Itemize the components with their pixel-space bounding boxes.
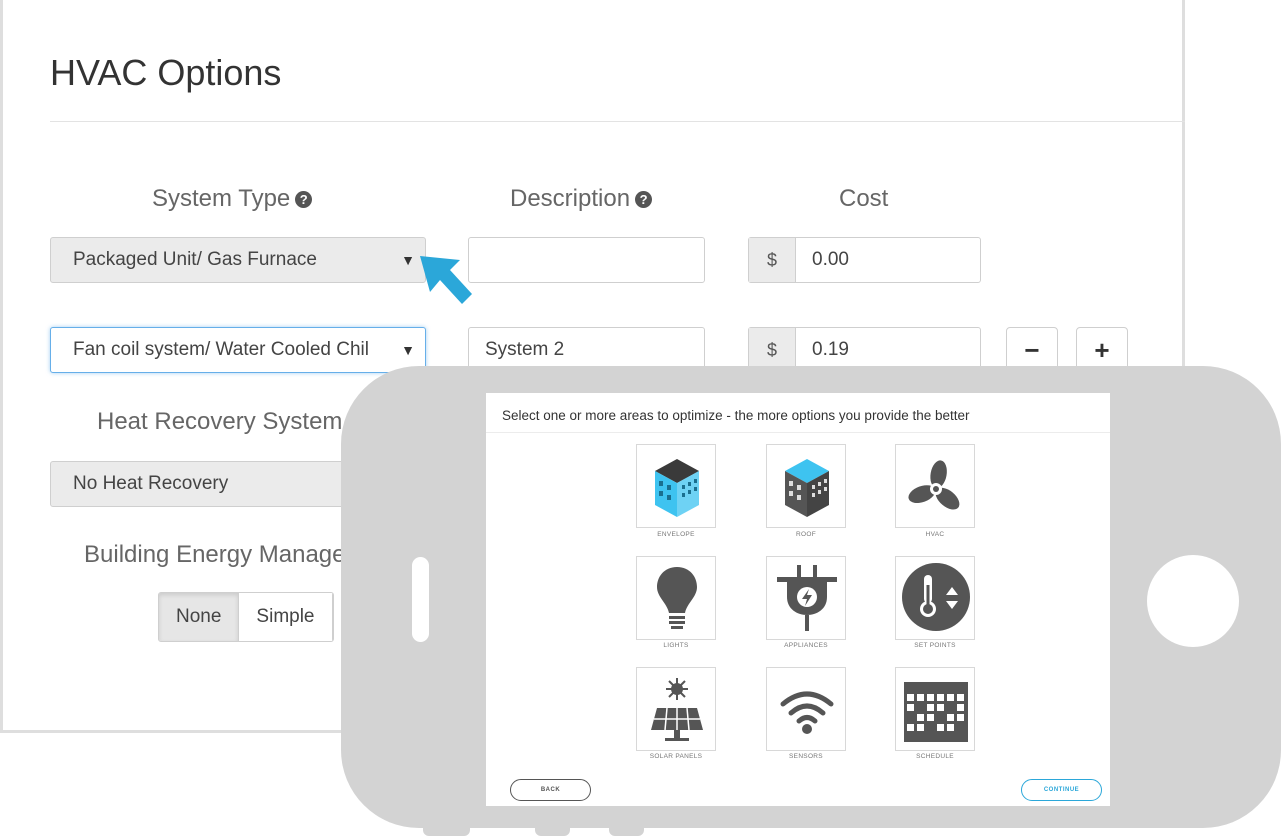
page-title: HVAC Options (50, 52, 282, 93)
tile-label: ROOF (796, 531, 816, 538)
tile-label: SOLAR PANELS (649, 753, 703, 760)
help-icon[interactable]: ? (635, 191, 653, 208)
wifi-icon (780, 691, 834, 734)
pointer-arrow-icon (420, 256, 472, 304)
calendar-grid-icon (904, 682, 968, 742)
cost-value: 0.00 (812, 249, 849, 270)
optimize-heading: Select one or more areas to optimize - t… (502, 408, 970, 423)
lightbulb-icon (657, 567, 697, 629)
cost-input-1[interactable]: $ 0.00 (748, 237, 981, 283)
phone-screen: Select one or more areas to optimize - t… (486, 393, 1110, 806)
tile-solar-panels[interactable] (636, 667, 716, 751)
heat-recovery-header: Heat Recovery System (97, 408, 343, 435)
system-type-select-1[interactable]: Packaged Unit/ Gas Furnace ▼ (50, 237, 426, 283)
tile-label: HVAC (925, 531, 945, 538)
title-divider (50, 121, 1185, 122)
tile-label: LIGHTS (663, 642, 689, 649)
plug-icon (777, 565, 837, 631)
tile-roof[interactable] (766, 444, 846, 528)
building-roof-icon (785, 459, 829, 517)
thermostat-icon (902, 563, 970, 631)
system-type-select-2[interactable]: Fan coil system/ Water Cooled Chil ▼ (50, 327, 426, 373)
fan-icon (908, 460, 960, 510)
tile-label: ENVELOPE (657, 531, 695, 538)
bems-toggle-group: None Simple (158, 592, 334, 642)
tile-label: APPLIANCES (784, 642, 828, 649)
tile-label: SCHEDULE (916, 753, 954, 760)
tile-sensors[interactable] (766, 667, 846, 751)
tile-label: SENSORS (789, 753, 823, 760)
tile-schedule[interactable] (895, 667, 975, 751)
tile-hvac[interactable] (895, 444, 975, 528)
phone-speaker (412, 557, 429, 642)
back-button[interactable]: BACK (510, 779, 591, 801)
continue-button[interactable]: CONTINUE (1021, 779, 1102, 801)
tile-envelope[interactable] (636, 444, 716, 528)
tile-appliances[interactable] (766, 556, 846, 640)
help-icon[interactable]: ? (295, 191, 313, 208)
description-input-1[interactable] (468, 237, 705, 283)
bems-option-simple[interactable]: Simple (239, 593, 333, 641)
phone-home-button[interactable] (1147, 555, 1239, 647)
building-blue-icon (655, 459, 699, 517)
bems-option-none[interactable]: None (159, 593, 240, 641)
tile-set-points[interactable] (895, 556, 975, 640)
tile-label: SET POINTS (914, 642, 956, 649)
cost-header: Cost (839, 185, 889, 212)
solar-panel-icon (651, 678, 703, 741)
chevron-down-icon: ▼ (401, 252, 415, 268)
description-header: Description? (510, 185, 653, 213)
system-type-header: System Type? (152, 185, 313, 213)
currency-addon: $ (749, 238, 796, 282)
screen-divider (486, 432, 1110, 433)
tile-lights[interactable] (636, 556, 716, 640)
